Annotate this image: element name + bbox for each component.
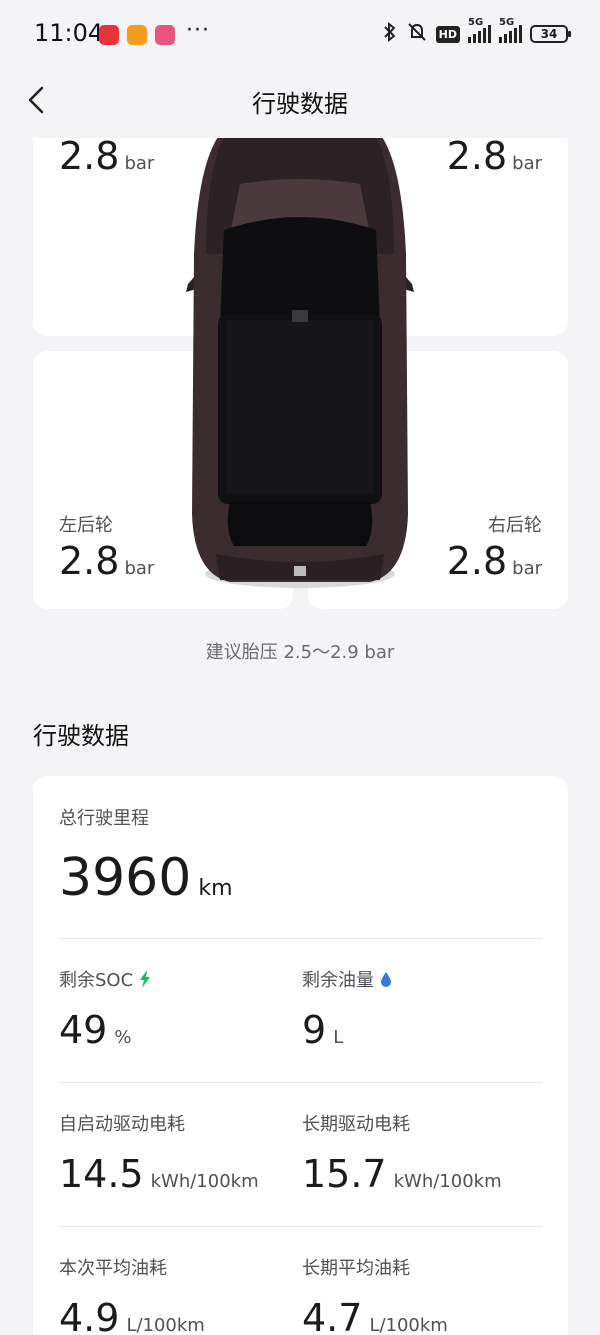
app-notification-icon [127,25,147,45]
tire-label-rear-right: 右后轮 [488,515,542,536]
bluetooth-icon [382,21,398,46]
mute-icon [406,22,428,46]
hd-voice-icon: HD [435,25,460,43]
soc-value: 49% [59,1008,132,1052]
battery-icon: 34 [530,25,571,43]
fuel-drop-icon [380,972,391,987]
signal-strength-icon: 5G [468,17,491,43]
status-time: 11:04 [34,19,104,47]
app-notification-icon [155,25,175,45]
long-term-power-consumption-label: 长期驱动电耗 [302,1114,410,1135]
fuel-value: 9L [302,1008,344,1052]
long-term-fuel-consumption-label: 长期平均油耗 [302,1258,410,1279]
tire-label-rear-left: 左后轮 [59,515,113,536]
lightning-icon [139,970,150,988]
long-term-power-consumption-value: 15.7 kWh/100km [302,1152,502,1196]
car-top-view-image [180,134,420,594]
long-term-fuel-consumption-value: 4.7 L/100km [302,1296,448,1335]
total-mileage-value: 3960 km [59,848,233,908]
app-header: 行驶数据 [0,68,600,132]
more-notifications-icon: ··· [186,18,210,43]
signal-strength-icon: 5G [499,17,522,43]
tire-pressure-front-right: 2.8 bar [446,134,542,178]
soc-label: 剩余SOC [59,966,151,992]
trip-fuel-consumption-value: 4.9 L/100km [59,1296,205,1335]
tire-pressure-hint: 建议胎压 2.5～2.9 bar [205,642,395,663]
page-title: 行驶数据 [252,90,348,118]
tire-pressure-rear-right: 2.8 bar [446,539,542,583]
divider [59,938,542,939]
tire-pressure-rear-left: 2.8 bar [59,539,155,583]
driving-data-card: 总行驶里程 3960 km 剩余SOC 49% 剩余油量 9L 自启动驱动电耗 1… [33,776,568,1335]
trip-fuel-consumption-label: 本次平均油耗 [59,1258,167,1279]
trip-power-consumption-value: 14.5 kWh/100km [59,1152,259,1196]
status-bar: 11:04 ··· HD 5G 5G 34 [0,0,600,68]
trip-power-consumption-label: 自启动驱动电耗 [59,1114,185,1135]
divider [59,1226,542,1227]
fuel-label: 剩余油量 [302,966,392,992]
app-notification-icon [99,25,119,45]
total-mileage-label: 总行驶里程 [59,808,149,829]
tire-pressure-front-left: 2.8 bar [59,134,155,178]
divider [59,1082,542,1083]
section-title: 行驶数据 [33,722,129,750]
